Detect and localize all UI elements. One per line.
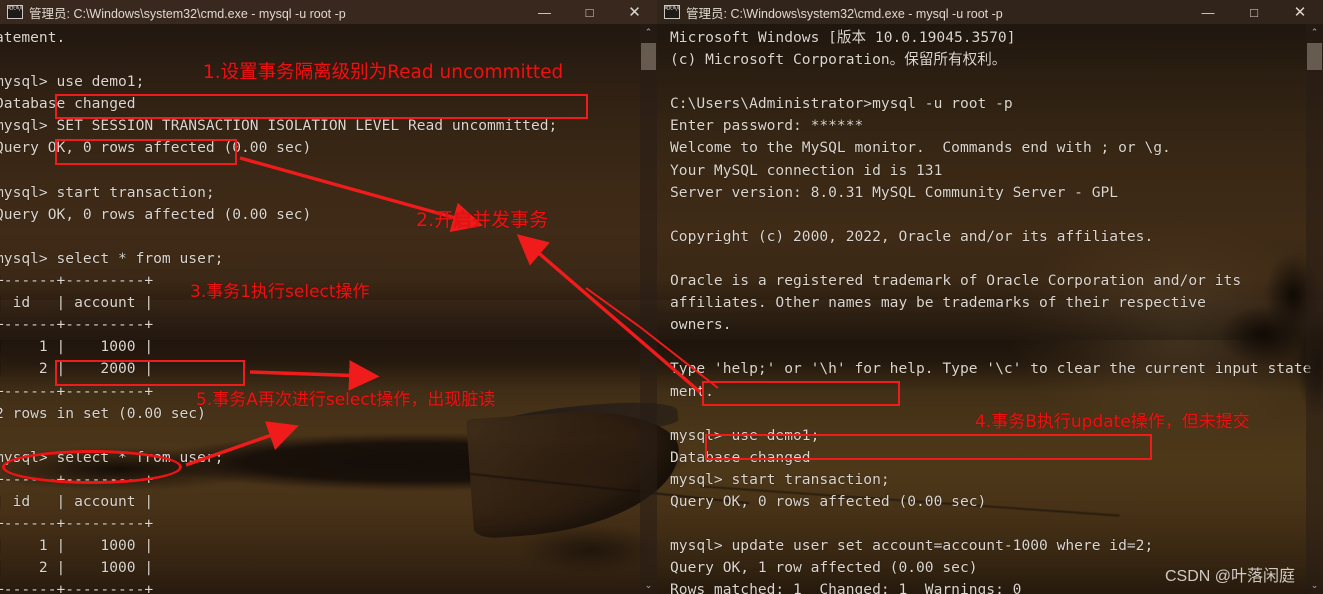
terminal-line: C:\Users\Administrator>mysql -u root -p bbox=[670, 95, 1013, 113]
terminal-line: Type 'help;' or '\h' for help. Type '\c'… bbox=[670, 360, 1312, 378]
titlebar-left[interactable]: 管理员: C:\Windows\system32\cmd.exe - mysql… bbox=[0, 0, 657, 24]
terminal-line: mysql> start transaction; bbox=[670, 470, 890, 488]
circle-dirty-row bbox=[2, 450, 182, 484]
close-button-left[interactable]: ✕ bbox=[612, 0, 657, 24]
box-start-transaction-a bbox=[55, 139, 237, 165]
minimize-button-left[interactable]: — bbox=[522, 0, 567, 24]
scroll-down-arrow-left[interactable]: ⌄ bbox=[640, 577, 657, 594]
scroll-up-arrow-left[interactable]: ⌃ bbox=[640, 24, 657, 41]
note-3: 3.事务1执行select操作 bbox=[190, 282, 370, 302]
terminal-line: | id | account | bbox=[0, 492, 154, 510]
terminal-line: (c) Microsoft Corporation。保留所有权利。 bbox=[670, 51, 1007, 69]
terminal-line: Enter password: ****** bbox=[670, 117, 864, 135]
minimize-button-right[interactable]: — bbox=[1185, 0, 1231, 24]
terminal-line: +------+---------+ bbox=[0, 515, 154, 533]
terminal-line: mysql> start transaction; bbox=[0, 183, 215, 201]
box-select-a2 bbox=[55, 360, 245, 386]
note-5: 5.事务A再次进行select操作，出现脏读 bbox=[196, 390, 496, 410]
note-2: 2.开启并发事务 bbox=[416, 209, 549, 231]
scrollbar-right[interactable]: ⌃ ⌄ bbox=[1306, 24, 1323, 594]
console-window-right[interactable]: 管理员: C:\Windows\system32\cmd.exe - mysql… bbox=[657, 0, 1323, 594]
scroll-up-arrow-right[interactable]: ⌃ bbox=[1306, 24, 1323, 41]
terminal-line: Your MySQL connection id is 131 bbox=[670, 161, 943, 179]
close-button-right[interactable]: ✕ bbox=[1277, 0, 1323, 24]
terminal-line: mysql> select * from user; bbox=[0, 249, 224, 267]
box-start-transaction-b bbox=[702, 381, 900, 406]
terminal-line: | 1 | 1000 | bbox=[0, 537, 154, 555]
window-title-right: 管理员: C:\Windows\system32\cmd.exe - mysql… bbox=[686, 6, 1003, 21]
terminal-line: Server version: 8.0.31 MySQL Community S… bbox=[670, 183, 1119, 201]
terminal-line: +------+---------+ bbox=[0, 316, 154, 334]
box-update-b bbox=[705, 434, 1152, 460]
terminal-line: Query OK, 0 rows affected (0.00 sec) bbox=[670, 492, 987, 510]
terminal-line: Query OK, 0 rows affected (0.00 sec) bbox=[0, 205, 312, 223]
window-title-left: 管理员: C:\Windows\system32\cmd.exe - mysql… bbox=[29, 6, 346, 21]
terminal-line: affiliates. Other names may be trademark… bbox=[670, 294, 1206, 312]
scrollbar-thumb-right[interactable] bbox=[1307, 43, 1322, 70]
terminal-line: Copyright (c) 2000, 2022, Oracle and/or … bbox=[670, 227, 1154, 245]
scroll-down-arrow-right[interactable]: ⌄ bbox=[1306, 577, 1323, 594]
terminal-line: | 2 | 1000 | bbox=[0, 559, 154, 577]
maximize-button-right[interactable]: □ bbox=[1231, 0, 1277, 24]
maximize-button-left[interactable]: □ bbox=[567, 0, 612, 24]
csdn-watermark: CSDN @叶落闲庭 bbox=[1164, 568, 1295, 585]
scrollbar-thumb-left[interactable] bbox=[641, 43, 656, 70]
terminal-line: Oracle is a registered trademark of Orac… bbox=[670, 272, 1242, 290]
terminal-line: atement. bbox=[0, 29, 66, 46]
terminal-output-right[interactable]: Microsoft Windows [版本 10.0.19045.3570] (c… bbox=[657, 24, 1323, 594]
terminal-line: Welcome to the MySQL monitor. Commands e… bbox=[670, 139, 1171, 157]
scrollbar-left[interactable]: ⌃ ⌄ bbox=[640, 24, 657, 594]
box-set-isolation bbox=[55, 94, 588, 119]
terminal-line: Microsoft Windows [版本 10.0.19045.3570] bbox=[670, 29, 1016, 46]
titlebar-right[interactable]: 管理员: C:\Windows\system32\cmd.exe - mysql… bbox=[657, 0, 1323, 24]
cmd-console-icon bbox=[664, 4, 681, 19]
note-1: 1.设置事务隔离级别为Read uncommitted bbox=[203, 62, 564, 83]
terminal-line: owners. bbox=[670, 316, 732, 334]
terminal-line: +------+---------+ bbox=[0, 581, 154, 594]
window-controls-right[interactable]: — □ ✕ bbox=[1185, 0, 1323, 24]
terminal-line: | 1 | 1000 | bbox=[0, 338, 154, 356]
screenshot-root: 管理员: C:\Windows\system32\cmd.exe - mysql… bbox=[0, 0, 1323, 594]
window-controls-left[interactable]: — □ ✕ bbox=[522, 0, 657, 24]
terminal-line: mysql> update user set account=account-1… bbox=[670, 537, 1154, 555]
cmd-console-icon bbox=[7, 4, 24, 19]
note-4: 4.事务B执行update操作，但未提交 bbox=[975, 412, 1250, 432]
